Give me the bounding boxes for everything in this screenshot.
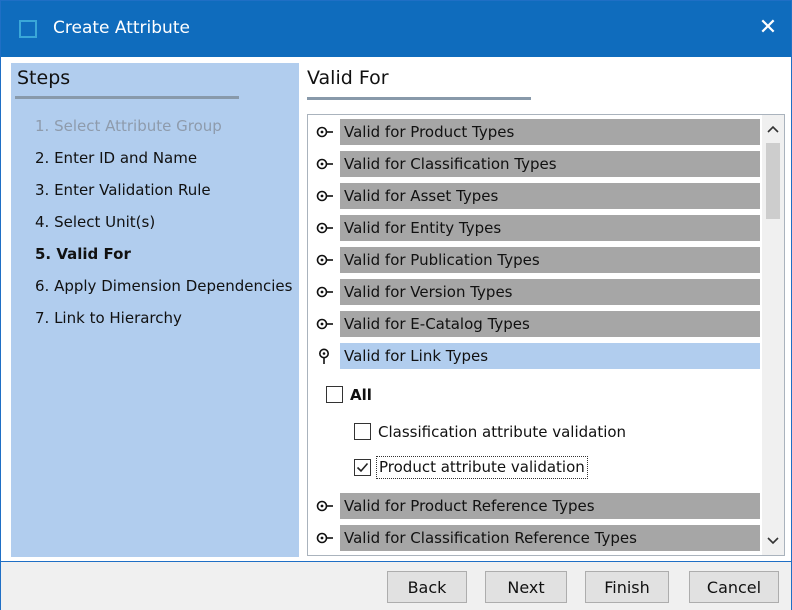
product-attribute-validation-row[interactable]: Product attribute validation — [354, 456, 654, 479]
finish-button[interactable]: Finish — [585, 571, 669, 603]
classification-attribute-validation-row[interactable]: Classification attribute validation — [354, 421, 654, 443]
collapsed-expander-icon[interactable] — [316, 156, 334, 172]
step-apply-dimension-dependencies[interactable]: 6. Apply Dimension Dependencies — [35, 277, 292, 295]
valid-for-list: Valid for Product Types Valid for Classi… — [307, 114, 785, 556]
product-attribute-validation-checkbox[interactable] — [354, 459, 371, 476]
content-title: Valid For — [307, 67, 389, 89]
row-label: Valid for Entity Types — [340, 215, 760, 241]
classification-attribute-validation-label: Classification attribute validation — [378, 423, 627, 441]
window-title: Create Attribute — [53, 18, 190, 38]
collapsed-expander-icon[interactable] — [316, 316, 334, 332]
window-icon — [19, 20, 37, 38]
classification-attribute-validation-checkbox[interactable] — [354, 423, 371, 440]
row-label: Valid for Classification Reference Types — [340, 525, 760, 551]
steps-title: Steps — [17, 67, 71, 89]
collapsed-expander-icon[interactable] — [316, 284, 334, 300]
row-valid-for-asset-types[interactable]: Valid for Asset Types — [312, 183, 760, 209]
row-label: Valid for E-Catalog Types — [340, 311, 760, 337]
row-label: Valid for Classification Types — [340, 151, 760, 177]
cancel-button[interactable]: Cancel — [689, 571, 779, 603]
scroll-thumb[interactable] — [766, 143, 780, 219]
close-button[interactable]: ✕ — [753, 13, 783, 43]
step-enter-validation-rule[interactable]: 3. Enter Validation Rule — [35, 181, 211, 199]
title-bar: Create Attribute ✕ — [1, 1, 791, 57]
row-valid-for-e-catalog-types[interactable]: Valid for E-Catalog Types — [312, 311, 760, 337]
row-label: Valid for Product Reference Types — [340, 493, 760, 519]
row-valid-for-product-reference-types[interactable]: Valid for Product Reference Types — [312, 493, 760, 519]
row-label: Valid for Asset Types — [340, 183, 760, 209]
product-attribute-validation-label: Product attribute validation — [376, 456, 588, 479]
all-checkbox[interactable] — [326, 386, 343, 403]
steps-underline — [15, 96, 239, 99]
row-valid-for-version-types[interactable]: Valid for Version Types — [312, 279, 760, 305]
row-valid-for-publication-types[interactable]: Valid for Publication Types — [312, 247, 760, 273]
row-valid-for-classification-reference-types[interactable]: Valid for Classification Reference Types — [312, 525, 760, 551]
scroll-down-arrow-icon[interactable] — [762, 531, 784, 553]
collapsed-expander-icon[interactable] — [316, 124, 334, 140]
content-underline — [307, 97, 531, 100]
collapsed-expander-icon[interactable] — [316, 188, 334, 204]
all-checkbox-row[interactable]: All — [326, 384, 446, 406]
scroll-up-arrow-icon[interactable] — [762, 119, 784, 141]
checkmark-icon — [356, 462, 369, 473]
row-valid-for-classification-types[interactable]: Valid for Classification Types — [312, 151, 760, 177]
collapsed-expander-icon[interactable] — [316, 530, 334, 546]
row-valid-for-link-types[interactable]: Valid for Link Types — [312, 343, 760, 369]
create-attribute-dialog: Create Attribute ✕ Steps 1. Select Attri… — [0, 0, 792, 610]
step-valid-for[interactable]: 5. Valid For — [35, 245, 131, 263]
close-icon: ✕ — [758, 15, 778, 40]
row-label: Valid for Publication Types — [340, 247, 760, 273]
expanded-expander-icon[interactable] — [316, 348, 334, 364]
all-label: All — [350, 386, 372, 404]
step-select-attribute-group: 1. Select Attribute Group — [35, 117, 222, 135]
row-label: Valid for Version Types — [340, 279, 760, 305]
vertical-scrollbar[interactable] — [762, 115, 784, 555]
button-bar: Back Next Finish Cancel — [1, 561, 791, 610]
row-label: Valid for Product Types — [340, 119, 760, 145]
row-valid-for-entity-types[interactable]: Valid for Entity Types — [312, 215, 760, 241]
row-label: Valid for Link Types — [340, 343, 760, 369]
next-button[interactable]: Next — [485, 571, 567, 603]
row-valid-for-product-types[interactable]: Valid for Product Types — [312, 119, 760, 145]
step-enter-id-and-name[interactable]: 2. Enter ID and Name — [35, 149, 197, 167]
steps-panel: Steps 1. Select Attribute Group 2. Enter… — [11, 63, 299, 557]
collapsed-expander-icon[interactable] — [316, 498, 334, 514]
step-link-to-hierarchy[interactable]: 7. Link to Hierarchy — [35, 309, 182, 327]
back-button[interactable]: Back — [387, 571, 467, 603]
collapsed-expander-icon[interactable] — [316, 252, 334, 268]
collapsed-expander-icon[interactable] — [316, 220, 334, 236]
step-select-units[interactable]: 4. Select Unit(s) — [35, 213, 155, 231]
